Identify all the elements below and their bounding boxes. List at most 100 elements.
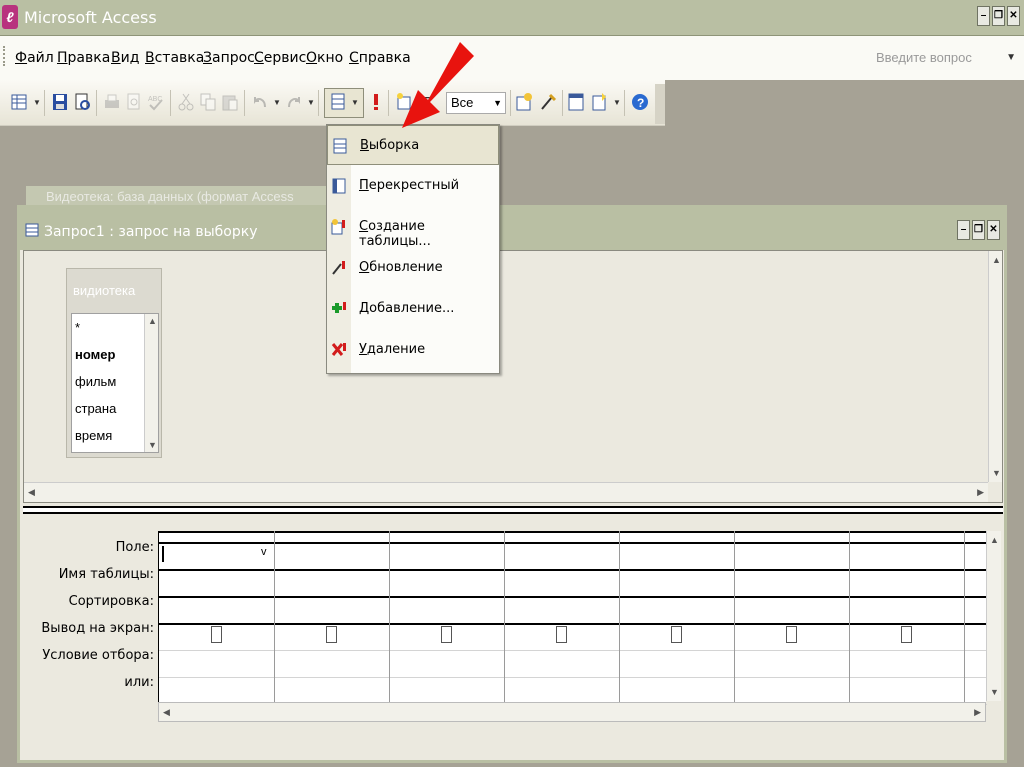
new-object-icon[interactable]: [590, 91, 610, 113]
toolbar-separator: [244, 90, 245, 116]
field-item[interactable]: страна: [75, 401, 116, 416]
grid-column-divider[interactable]: [734, 531, 735, 719]
field-item[interactable]: фильм: [75, 374, 116, 389]
menu-tools[interactable]: Сервис: [254, 50, 306, 66]
chevron-down-icon[interactable]: ▼: [493, 93, 502, 113]
scroll-right-icon[interactable]: ▶: [977, 487, 984, 498]
toolbar-separator: [624, 90, 625, 116]
grid-column-divider[interactable]: [964, 531, 965, 719]
grid-column-divider[interactable]: [619, 531, 620, 719]
query-type-menu: Выборка Перекрестный Создание таблицы...…: [326, 124, 500, 374]
close-button[interactable]: ✕: [987, 220, 1000, 240]
table-pane-hscrollbar[interactable]: ◀ ▶: [24, 482, 988, 502]
menu-item-delete-query[interactable]: Удаление: [327, 330, 499, 370]
menu-window[interactable]: Окно: [306, 50, 343, 66]
redo-dropdown-arrow[interactable]: ▼: [307, 98, 315, 107]
query-window-titlebar[interactable]: Запрос1 : запрос на выборку – ❐ ✕: [20, 208, 1004, 250]
save-as-icon[interactable]: [72, 91, 92, 113]
scroll-down-icon[interactable]: ▼: [148, 440, 157, 450]
field-item-primary-key[interactable]: номер: [75, 347, 115, 362]
query-icon: [25, 223, 39, 237]
minimize-button[interactable]: –: [957, 220, 970, 240]
undo-dropdown-arrow[interactable]: ▼: [273, 98, 281, 107]
row-label-field: Поле:: [115, 540, 154, 555]
pane-splitter[interactable]: [23, 506, 1003, 514]
scroll-up-icon[interactable]: ▲: [992, 255, 1001, 265]
menu-bar: Файл Правка Вид Вставка Запрос Сервис Ок…: [0, 36, 1024, 80]
menu-item-append-query[interactable]: Добавление...: [327, 289, 499, 329]
row-label-criteria: Условие отбора:: [42, 648, 154, 663]
grid-hscrollbar[interactable]: ◀ ▶: [158, 702, 986, 722]
field-list[interactable]: * номер фильм страна время ▲ ▼: [71, 313, 159, 453]
menu-file[interactable]: Файл: [15, 50, 54, 66]
scroll-left-icon[interactable]: ◀: [28, 487, 35, 498]
table-pane: видиотека * номер фильм страна время ▲ ▼…: [23, 250, 1003, 503]
grid-column-divider[interactable]: [849, 531, 850, 719]
scroll-up-icon[interactable]: ▲: [990, 535, 999, 545]
show-checkbox[interactable]: [441, 626, 452, 643]
copy-icon[interactable]: [198, 91, 218, 113]
field-combo-chevron-icon[interactable]: v: [261, 546, 267, 558]
database-window-icon[interactable]: [566, 91, 586, 113]
grid-column-divider[interactable]: [274, 531, 275, 719]
toolbar-options-button[interactable]: [655, 84, 665, 124]
show-checkbox[interactable]: [556, 626, 567, 643]
query-type-dropdown-arrow[interactable]: ▼: [351, 98, 359, 107]
grid-column-divider[interactable]: [389, 531, 390, 719]
redo-icon[interactable]: [284, 91, 304, 113]
spelling-icon[interactable]: ABC: [146, 91, 166, 113]
menu-item-update-query[interactable]: Обновление: [327, 248, 499, 288]
properties-icon[interactable]: [514, 91, 534, 113]
scroll-right-icon[interactable]: ▶: [974, 707, 981, 718]
query-type-icon[interactable]: [328, 91, 348, 113]
table-field-list[interactable]: видиотека * номер фильм страна время ▲ ▼: [66, 268, 162, 458]
scroll-left-icon[interactable]: ◀: [163, 707, 170, 718]
view-icon[interactable]: [9, 91, 29, 113]
print-preview-icon[interactable]: [124, 91, 144, 113]
app-window-controls: – ❐ ✕: [977, 6, 1020, 26]
menu-view[interactable]: Вид: [111, 50, 139, 66]
scroll-down-icon[interactable]: ▼: [992, 468, 1001, 478]
run-icon[interactable]: [366, 91, 386, 113]
help-icon[interactable]: ?: [630, 91, 650, 113]
scroll-up-icon[interactable]: ▲: [148, 316, 157, 326]
ask-question-box[interactable]: Введите вопрос ▼: [870, 46, 1020, 70]
grid-column-divider[interactable]: [504, 531, 505, 719]
cut-icon[interactable]: [176, 91, 196, 113]
field-item[interactable]: *: [75, 320, 80, 335]
show-checkbox[interactable]: [211, 626, 222, 643]
show-checkbox[interactable]: [786, 626, 797, 643]
print-icon[interactable]: [102, 91, 122, 113]
scroll-down-icon[interactable]: ▼: [990, 687, 999, 697]
design-grid[interactable]: v: [158, 531, 987, 719]
close-button[interactable]: ✕: [1007, 6, 1020, 26]
save-icon[interactable]: [50, 91, 70, 113]
view-dropdown-arrow[interactable]: ▼: [33, 98, 41, 107]
grid-vscrollbar[interactable]: ▲ ▼: [986, 531, 1001, 701]
query-design-toolbar: ▼ ABC ▼ ▼ ▼ Σ Все ▼ ▼ ?: [0, 80, 665, 126]
undo-icon[interactable]: [250, 91, 270, 113]
menu-query[interactable]: Запрос: [203, 50, 255, 66]
restore-button[interactable]: ❐: [992, 6, 1005, 26]
table-pane-vscrollbar[interactable]: ▲ ▼: [988, 251, 1002, 482]
new-object-dropdown-arrow[interactable]: ▼: [613, 98, 621, 107]
menu-insert[interactable]: Вставка: [145, 50, 204, 66]
grid-line: [159, 677, 987, 678]
field-item[interactable]: время: [75, 428, 112, 443]
app-title: Microsoft Access: [24, 8, 157, 27]
menu-item-make-table-query[interactable]: Создание таблицы...: [327, 207, 499, 249]
paste-icon[interactable]: [220, 91, 240, 113]
menu-grip[interactable]: [3, 46, 6, 66]
restore-button[interactable]: ❐: [972, 220, 985, 240]
menu-item-label: Добавление...: [359, 301, 455, 316]
show-checkbox[interactable]: [326, 626, 337, 643]
chevron-down-icon[interactable]: ▼: [1006, 46, 1016, 70]
menu-edit[interactable]: Правка: [57, 50, 110, 66]
show-checkbox[interactable]: [901, 626, 912, 643]
field-list-scrollbar[interactable]: ▲ ▼: [144, 314, 158, 452]
append-query-icon: [332, 302, 346, 313]
menu-item-crosstab-query[interactable]: Перекрестный: [327, 166, 499, 206]
builder-icon[interactable]: [538, 91, 558, 113]
show-checkbox[interactable]: [671, 626, 682, 643]
minimize-button[interactable]: –: [977, 6, 990, 26]
